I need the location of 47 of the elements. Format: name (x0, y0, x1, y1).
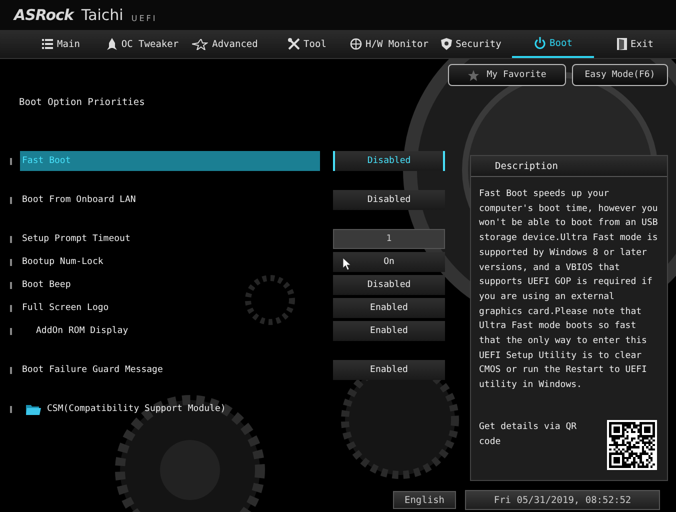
power-icon (534, 37, 546, 49)
folder-icon (26, 404, 41, 414)
setting-label[interactable]: Setup Prompt Timeout (20, 229, 320, 249)
nav-tab[interactable]: Tool (266, 30, 348, 58)
setting-label[interactable]: AddOn ROM Display (20, 321, 320, 341)
description-title: Description (471, 156, 667, 177)
option-dropdown[interactable]: Disabled (333, 275, 445, 295)
option-dropdown[interactable]: Disabled (333, 151, 445, 171)
setting-label[interactable]: Full Screen Logo (20, 298, 320, 318)
favorite-button[interactable]: My Favorite (448, 64, 566, 86)
setting-label[interactable]: Boot From Onboard LAN (20, 190, 320, 210)
star-icon (468, 70, 479, 80)
option-dropdown[interactable]: Enabled (333, 321, 445, 341)
setting-label[interactable]: Boot Failure Guard Message (20, 360, 320, 380)
setting-label[interactable]: Boot Beep (20, 275, 320, 295)
nav-tab[interactable]: Advanced (184, 30, 266, 58)
model-name: Taichi (81, 6, 124, 24)
option-dropdown[interactable]: Enabled (333, 298, 445, 318)
setting-label[interactable]: Bootup Num-Lock (20, 252, 320, 272)
shield-icon (440, 38, 452, 50)
nav-tab[interactable]: OC Tweaker (102, 30, 184, 58)
option-dropdown[interactable]: On (333, 252, 445, 272)
door-icon (616, 38, 627, 50)
nav-tab[interactable]: Boot (512, 30, 594, 58)
option-dropdown[interactable]: Enabled (333, 360, 445, 380)
tools-icon (288, 38, 300, 50)
value-field[interactable]: 1 (333, 229, 445, 249)
star-icon (192, 38, 208, 50)
language-button[interactable]: English (393, 491, 456, 509)
qr-code (607, 420, 657, 470)
nav-tab[interactable]: Security (430, 30, 512, 58)
description-text: Fast Boot speeds up your computer's boot time, however you won't be able to boot from an USB storage device.Ultra Fast mode is supported by Windows 8 or later versions, and a VBIOS that supports UEFI GOP is required if you are using an external graphics card.Please note that Ultra Fast mode boots so fast that the only way to enter this UEFI Setup Utility is to clear CMOS or run the Restart to UEFI utility in Windows. (479, 188, 659, 392)
crosshair-icon (350, 38, 362, 50)
nav-tab[interactable]: H/W Monitor (348, 30, 430, 58)
qr-caption: Get details via QR code (479, 421, 578, 449)
list-icon (42, 39, 54, 49)
edition-label: UEFI (131, 14, 158, 24)
option-dropdown[interactable]: Disabled (333, 190, 445, 210)
date-time-display: Fri 05/31/2019, 08:52:52 (465, 490, 660, 510)
easy-mode-button[interactable]: Easy Mode(F6) (572, 64, 668, 86)
submenu-item[interactable]: CSM(Compatibility Support Module) (20, 399, 226, 419)
rocket-icon (107, 38, 118, 50)
nav-tab[interactable]: Exit (594, 30, 676, 58)
mouse-pointer-icon (343, 258, 351, 270)
section-title: Boot Option Priorities (19, 97, 145, 108)
brand-logo: ASRock (14, 6, 74, 24)
nav-tab[interactable]: Main (20, 30, 102, 58)
